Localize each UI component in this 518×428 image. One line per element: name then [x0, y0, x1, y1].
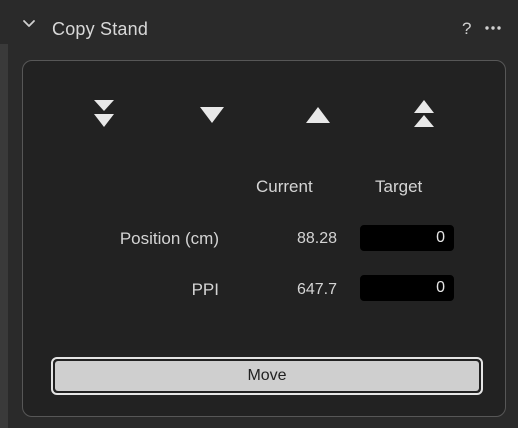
current-ppi-value: 647.7: [296, 281, 337, 298]
double-up-arrow-icon[interactable]: [407, 97, 441, 131]
double-down-arrow-icon[interactable]: [87, 97, 121, 131]
down-arrow-icon[interactable]: [195, 97, 229, 131]
more-dots-icon[interactable]: [483, 18, 503, 38]
copy-stand-controls: Current Target Position (cm) 88.28 PPI 6…: [22, 60, 506, 417]
move-button-focus-ring: Move: [51, 357, 483, 395]
target-position-input[interactable]: [360, 225, 454, 251]
target-ppi-input[interactable]: [360, 275, 454, 301]
up-arrow-icon[interactable]: [301, 97, 335, 131]
current-position-value: 88.28: [296, 230, 337, 247]
move-button[interactable]: Move: [55, 361, 479, 391]
row-label-position: Position (cm): [119, 229, 219, 248]
copy-stand-panel: Copy Stand ? Current Target Position (cm…: [0, 0, 518, 428]
col-header-target: Target: [375, 177, 423, 196]
row-label-ppi: PPI: [191, 280, 219, 299]
chevron-down-icon[interactable]: [22, 17, 36, 31]
panel-edge: [0, 0, 8, 428]
panel-title: Copy Stand: [52, 19, 149, 39]
help-button[interactable]: ?: [462, 19, 471, 39]
col-header-current: Current: [256, 177, 313, 196]
panel-header[interactable]: Copy Stand ?: [0, 0, 518, 44]
